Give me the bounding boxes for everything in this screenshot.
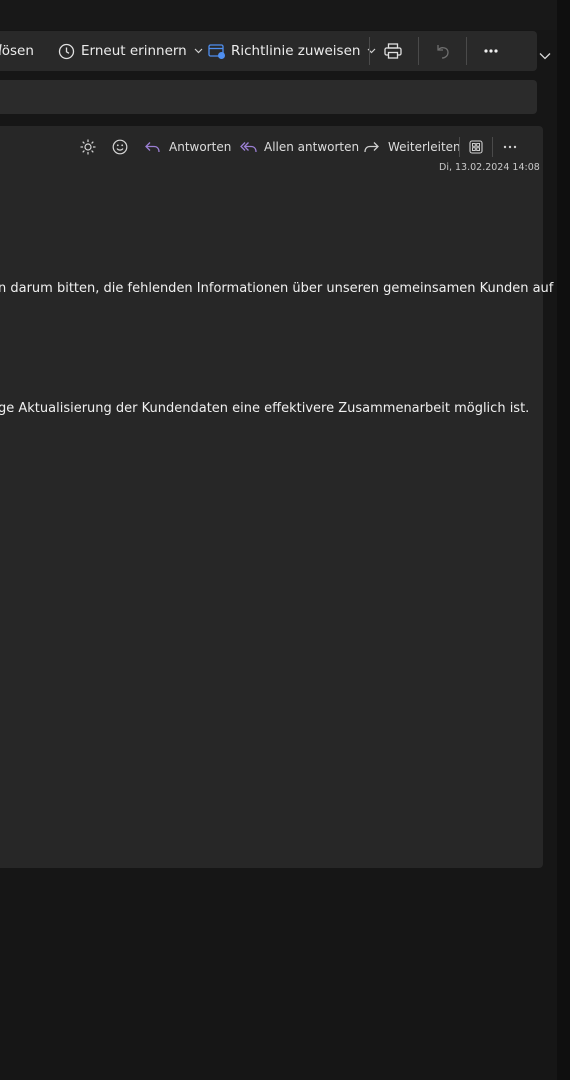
apps-button[interactable]	[469, 136, 483, 158]
apps-icon	[469, 140, 483, 154]
print-button[interactable]	[384, 31, 402, 71]
action-separator	[492, 137, 493, 157]
reply-all-label: Allen antworten	[264, 140, 360, 154]
message-more-button[interactable]	[503, 136, 517, 158]
undo-button[interactable]	[434, 31, 451, 71]
right-scroll-rail[interactable]	[557, 0, 570, 1080]
reading-pane: Antworten Allen antworten Weiterleiten D…	[0, 126, 553, 868]
ribbon-expand-chevron-icon[interactable]	[539, 52, 551, 60]
erneut-erinnern-label: Erneut erinnern	[81, 43, 187, 59]
reply-all-icon	[240, 141, 257, 152]
ribbon-toolbar: lösen Erneut erinnern Richtlinie zuweise…	[0, 31, 537, 71]
toolbar-separator	[418, 37, 419, 65]
undo-icon	[437, 44, 449, 59]
more-horizontal-icon	[503, 145, 517, 149]
loesen-button[interactable]: lösen	[0, 31, 34, 71]
richtlinie-zuweisen-button[interactable]: Richtlinie zuweisen	[208, 31, 376, 71]
reply-icon	[145, 141, 160, 152]
chevron-down-icon[interactable]	[194, 48, 203, 54]
slash-icon	[0, 43, 2, 56]
reaction-button[interactable]	[112, 136, 128, 158]
body-text-line-2: ge Aktualisierung der Kundendaten eine e…	[0, 401, 530, 416]
body-text-line-1: n darum bitten, die fehlenden Informatio…	[0, 281, 554, 296]
reply-all-button[interactable]: Allen antworten	[240, 136, 359, 158]
erneut-erinnern-button[interactable]: Erneut erinnern	[58, 31, 203, 71]
reply-label: Antworten	[169, 140, 232, 154]
clock-icon	[58, 43, 75, 59]
sun-icon	[80, 139, 96, 155]
toolbar-separator	[369, 37, 370, 65]
toolbar-separator	[466, 37, 467, 65]
loesen-label: lösen	[0, 43, 34, 59]
smiley-icon	[112, 139, 128, 155]
forward-label: Weiterleiten	[388, 140, 461, 154]
reply-button[interactable]: Antworten	[145, 136, 231, 158]
brightness-button[interactable]	[80, 136, 96, 158]
more-horizontal-icon	[484, 49, 498, 53]
policy-icon	[208, 43, 225, 59]
top-strip	[0, 0, 557, 30]
message-date: Di, 13.02.2024 14:08	[439, 162, 540, 173]
forward-icon	[364, 141, 379, 152]
richtlinie-zuweisen-label: Richtlinie zuweisen	[231, 43, 361, 59]
forward-button[interactable]: Weiterleiten	[364, 136, 461, 158]
action-separator	[459, 137, 460, 157]
subject-bar	[0, 80, 537, 114]
printer-icon	[384, 43, 402, 59]
more-options-button[interactable]	[484, 31, 498, 71]
